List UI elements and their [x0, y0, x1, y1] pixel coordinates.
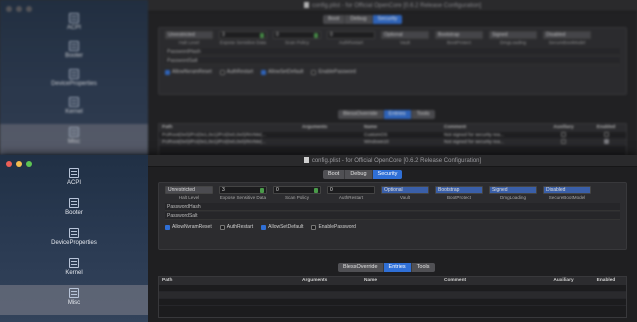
allow-nvram-reset-checkbox[interactable]: AllowNvramReset — [165, 69, 212, 75]
allow-set-default-checkbox[interactable]: AllowSetDefault — [261, 69, 303, 75]
tab-entries[interactable]: Entries — [383, 263, 412, 272]
scan-policy-field[interactable]: 0 — [273, 31, 321, 39]
bootprotect-select[interactable]: Bootstrap — [435, 31, 483, 39]
bottom-segmented-control: BlessOverride Entries Tools — [338, 263, 435, 272]
security-panel: Unrestricted Halt Level 3 Expose Sensitive… — [158, 27, 627, 95]
dmgloading-select[interactable]: Signed — [489, 31, 537, 39]
table-row[interactable]: PciRoot(0x0)/Pci(0x1,0x1)/Pci(0x0,0x0)/N… — [159, 139, 626, 146]
auxiliary-checkbox[interactable] — [561, 132, 566, 138]
bottom-segmented-control: BlessOverride Entries Tools — [338, 110, 435, 119]
list-icon — [69, 127, 79, 137]
vault-select[interactable]: Optional — [381, 186, 429, 194]
table-row[interactable] — [159, 299, 626, 306]
scan-policy-field[interactable]: 0 — [273, 186, 321, 194]
document-icon — [303, 2, 309, 8]
sidebar-item-acpi[interactable]: ACPI — [0, 165, 148, 195]
enabled-checkbox[interactable] — [603, 139, 609, 145]
entries-table: Path Arguments Name Comment Auxiliary Enabled — [158, 276, 627, 318]
stepper-icon — [314, 32, 318, 38]
tab-boot[interactable]: Boot — [323, 170, 346, 179]
main-pane: config.plist - for Official OpenCore [0.… — [148, 155, 637, 322]
dmgloading-select[interactable]: Signed — [489, 186, 537, 194]
stepper-icon — [260, 187, 264, 193]
auth-restart-checkbox[interactable]: AuthRestart — [219, 69, 253, 75]
auth-restart-field[interactable]: 0 — [327, 186, 375, 194]
halt-level-select[interactable]: Unrestricted — [165, 31, 213, 39]
security-panel: Unrestricted Halt Level 3 Expose Sensitive… — [158, 182, 627, 250]
top-segmented-control: Boot Debug Security — [323, 15, 403, 24]
table-row[interactable]: PciRoot(0x0)/Pci(0x1,0x1)/Pci(0x0,0x0)/N… — [159, 132, 626, 139]
tab-blessoverride[interactable]: BlessOverride — [338, 110, 384, 119]
expose-data-field[interactable]: 3 — [219, 31, 267, 39]
list-icon — [69, 13, 79, 23]
tab-boot[interactable]: Boot — [323, 15, 346, 24]
stepper-icon — [314, 187, 318, 193]
allow-nvram-reset-checkbox[interactable]: AllowNvramReset — [165, 224, 212, 230]
table-row[interactable] — [159, 285, 626, 292]
enabled-checkbox[interactable] — [603, 132, 609, 138]
tab-tools[interactable]: Tools — [412, 263, 435, 272]
password-salt-field[interactable]: PasswordSalt — [165, 57, 620, 65]
auxiliary-checkbox[interactable] — [561, 139, 566, 145]
window-title: config.plist - for Official OpenCore [0.… — [148, 0, 637, 12]
securebootmodel-select[interactable]: Disabled — [543, 186, 591, 194]
list-icon — [69, 168, 79, 178]
stepper-icon — [260, 32, 264, 38]
sidebar: ACPI Booter DeviceProperties Kernel Misc — [0, 0, 148, 161]
expose-data-field[interactable]: 3 — [219, 186, 267, 194]
allow-set-default-checkbox[interactable]: AllowSetDefault — [261, 224, 303, 230]
sidebar-item-kernel[interactable]: Kernel — [0, 94, 148, 124]
tab-debug[interactable]: Debug — [345, 170, 373, 179]
halt-level-select[interactable]: Unrestricted — [165, 186, 213, 194]
tab-tools[interactable]: Tools — [412, 110, 435, 119]
bootprotect-select[interactable]: Bootstrap — [435, 186, 483, 194]
main-pane: config.plist - for Official OpenCore [0.… — [148, 0, 637, 161]
sidebar-item-misc[interactable]: Misc — [0, 285, 148, 315]
list-icon — [69, 288, 79, 298]
enable-password-checkbox[interactable]: EnablePassword — [311, 224, 356, 230]
enable-password-checkbox[interactable]: EnablePassword — [311, 69, 356, 75]
tab-security[interactable]: Security — [372, 15, 403, 24]
list-icon — [69, 69, 79, 79]
list-icon — [69, 97, 79, 107]
table-row[interactable] — [159, 292, 626, 299]
list-icon — [69, 198, 79, 208]
list-icon — [69, 228, 79, 238]
tab-debug[interactable]: Debug — [345, 15, 373, 24]
list-icon — [69, 41, 79, 51]
sidebar-item-booter[interactable]: Booter — [0, 38, 148, 68]
sidebar: ACPI Booter DeviceProperties Kernel Misc — [0, 155, 148, 322]
password-salt-field[interactable]: PasswordSalt — [165, 212, 620, 220]
window-title: config.plist - for Official OpenCore [0.… — [148, 155, 637, 167]
tab-security[interactable]: Security — [372, 170, 403, 179]
tab-entries[interactable]: Entries — [383, 110, 412, 119]
sidebar-item-deviceproperties[interactable]: DeviceProperties — [0, 225, 148, 255]
securebootmodel-select[interactable]: Disabled — [543, 31, 591, 39]
password-hash-field[interactable]: PasswordHash — [165, 203, 620, 211]
sidebar-item-acpi[interactable]: ACPI — [0, 10, 148, 40]
foreground-window: ACPI Booter DeviceProperties Kernel Misc… — [0, 155, 637, 322]
password-hash-field[interactable]: PasswordHash — [165, 48, 620, 56]
sidebar-item-kernel[interactable]: Kernel — [0, 255, 148, 285]
tab-blessoverride[interactable]: BlessOverride — [338, 263, 384, 272]
background-window: ACPI Booter DeviceProperties Kernel Misc… — [0, 0, 637, 161]
document-icon — [303, 157, 309, 163]
auth-restart-field[interactable]: 0 — [327, 31, 375, 39]
sidebar-item-deviceproperties[interactable]: DeviceProperties — [0, 66, 148, 96]
top-segmented-control: Boot Debug Security — [323, 170, 403, 179]
auth-restart-checkbox[interactable]: AuthRestart — [219, 224, 253, 230]
sidebar-item-misc[interactable]: Misc — [0, 124, 148, 154]
entries-table: Path Arguments Name Comment Auxiliary Enabled… — [158, 123, 627, 157]
vault-select[interactable]: Optional — [381, 31, 429, 39]
sidebar-item-booter[interactable]: Booter — [0, 195, 148, 225]
list-icon — [69, 258, 79, 268]
